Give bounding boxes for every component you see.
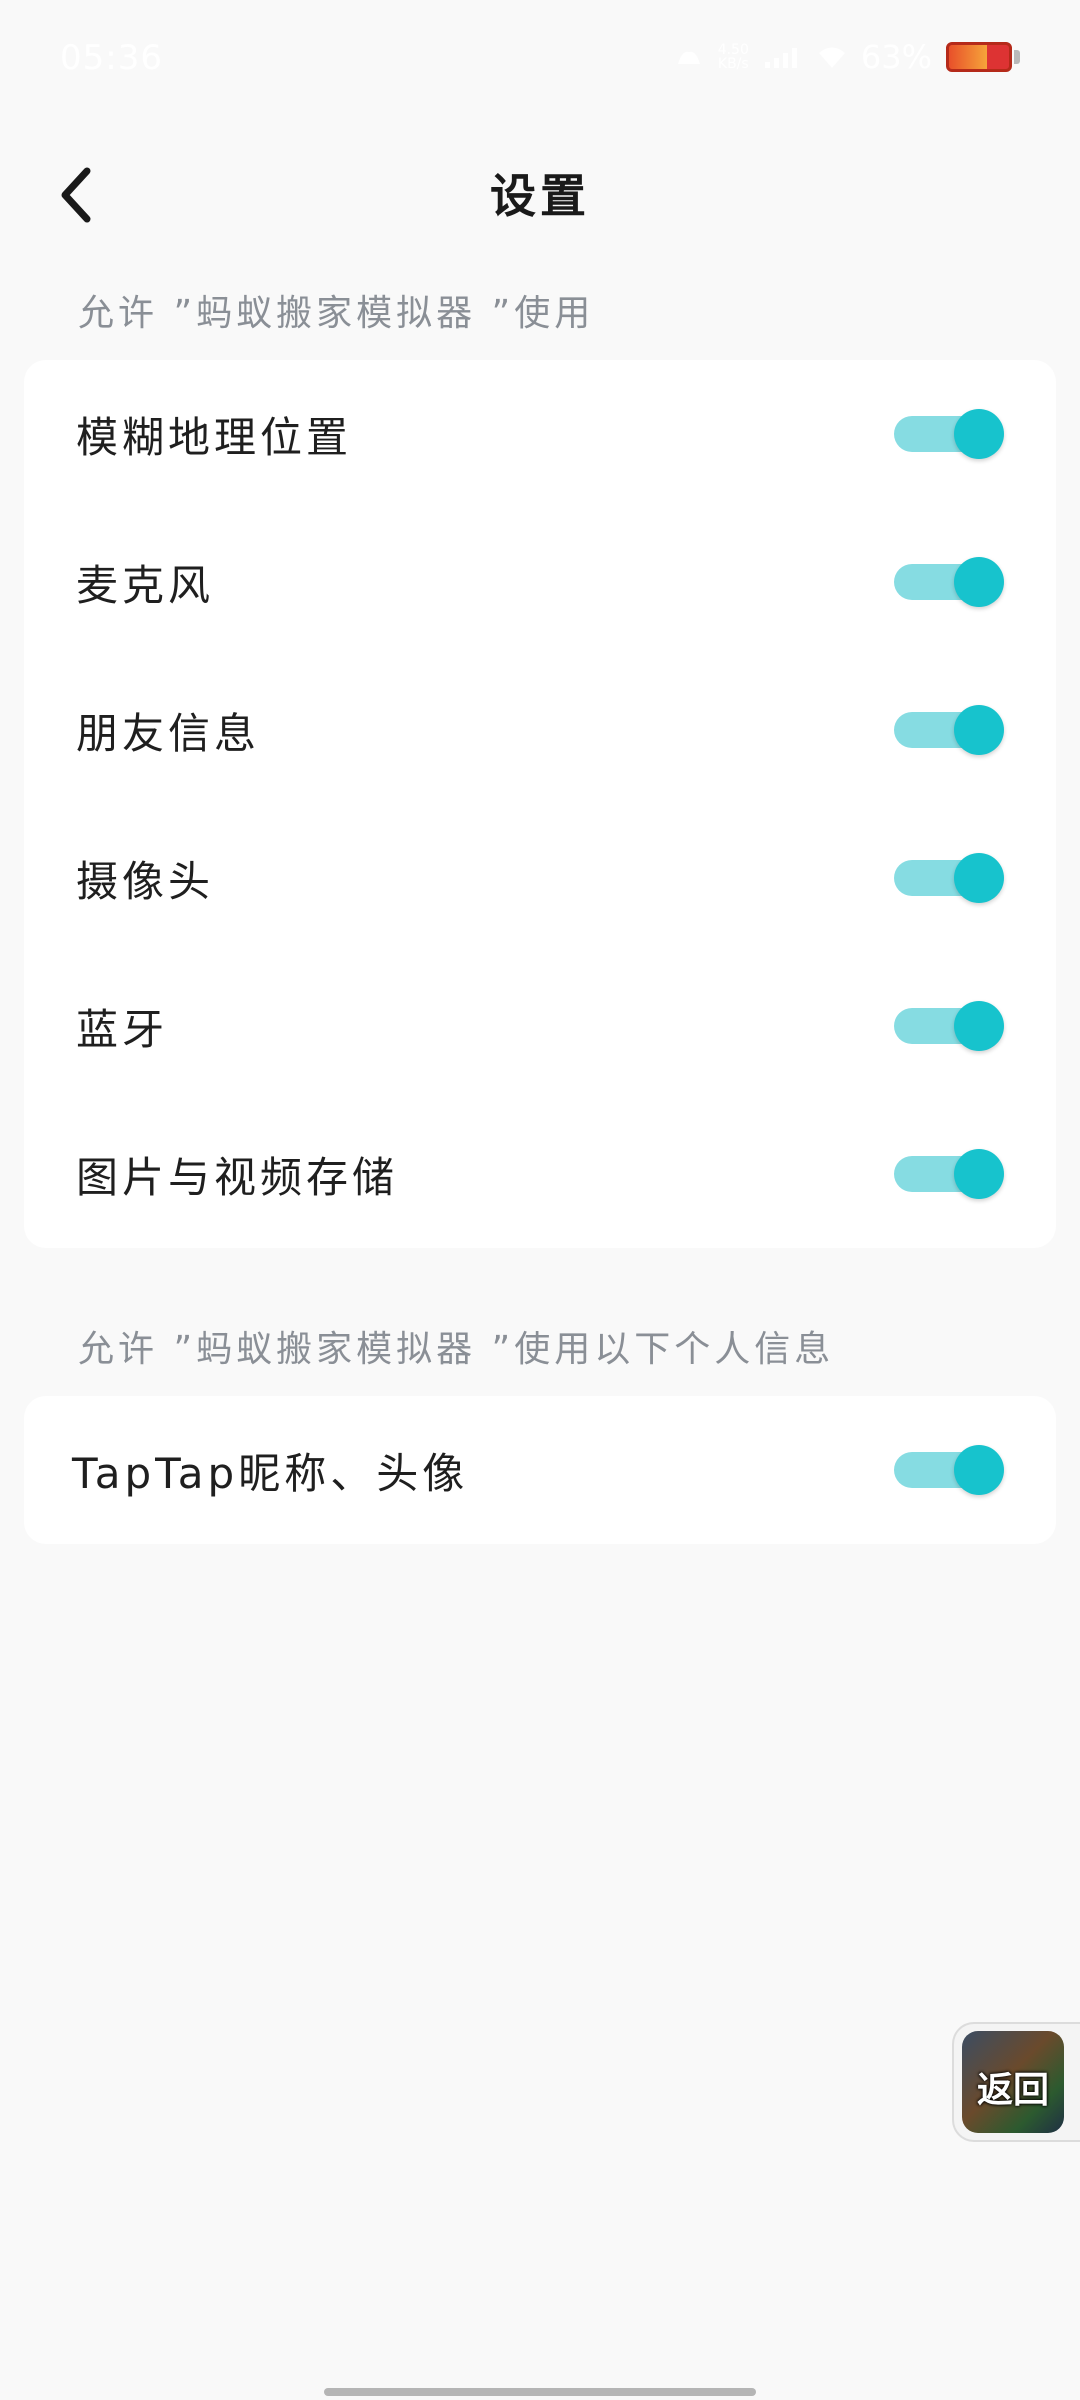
- home-indicator[interactable]: [324, 2388, 756, 2396]
- permission-row-camera: 摄像头: [24, 804, 1056, 952]
- header: 设置: [0, 140, 1080, 250]
- permission-row-microphone: 麦克风: [24, 508, 1056, 656]
- toggle-thumb: [954, 1001, 1004, 1051]
- permission-row-location: 模糊地理位置: [24, 360, 1056, 508]
- battery-icon: [946, 42, 1012, 72]
- net-speed-value: 4.50: [717, 42, 749, 58]
- taptap-profile-toggle[interactable]: [894, 1442, 1004, 1498]
- permission-label: 蓝牙: [76, 1004, 169, 1054]
- bluetooth-toggle[interactable]: [894, 998, 1004, 1054]
- permission-row-friends: 朋友信息: [24, 656, 1056, 804]
- toggle-thumb: [954, 557, 1004, 607]
- battery-fill: [949, 45, 987, 69]
- toggle-thumb: [954, 1149, 1004, 1199]
- permissions-card: 模糊地理位置 麦克风 朋友信息 摄像头 蓝牙 图片与视频存储: [24, 360, 1056, 1248]
- camera-toggle[interactable]: [894, 850, 1004, 906]
- permission-row-bluetooth: 蓝牙: [24, 952, 1056, 1100]
- status-time: 05:36: [60, 38, 163, 78]
- battery-percent: 63%: [860, 38, 932, 76]
- status-icons: 4.50 KB/s 63%: [674, 38, 1020, 76]
- friends-toggle[interactable]: [894, 702, 1004, 758]
- alarm-icon: [677, 51, 700, 64]
- personal-card: TapTap昵称、头像: [24, 1396, 1056, 1544]
- personal-section-label: 允许 ”蚂蚁搬家模拟器 ”使用以下个人信息: [78, 1329, 835, 1370]
- personal-row-taptap: TapTap昵称、头像: [24, 1396, 1056, 1544]
- status-bar: 05:36 4.50 KB/s 63%: [0, 0, 1080, 120]
- wifi-icon: [818, 47, 845, 68]
- toggle-thumb: [954, 705, 1004, 755]
- game-thumbnail: 返回: [962, 2031, 1064, 2133]
- net-speed: 4.50 KB/s: [718, 43, 749, 71]
- return-label: 返回: [976, 2070, 1049, 2111]
- permission-label: 朋友信息: [76, 708, 261, 758]
- toggle-thumb: [954, 409, 1004, 459]
- page-title: 设置: [490, 169, 590, 223]
- settings-screen: 05:36 4.50 KB/s 63% 设置 允许 ”蚂蚁搬家模拟器 ”使用 模…: [0, 0, 1080, 2400]
- permission-label: 摄像头: [76, 856, 215, 906]
- permissions-section-label: 允许 ”蚂蚁搬家模拟器 ”使用: [78, 293, 595, 334]
- permission-label: 图片与视频存储: [76, 1152, 399, 1202]
- microphone-toggle[interactable]: [894, 554, 1004, 610]
- permission-label: 麦克风: [76, 560, 215, 610]
- toggle-thumb: [954, 1445, 1004, 1495]
- location-toggle[interactable]: [894, 406, 1004, 462]
- floating-return-button[interactable]: 返回: [952, 2022, 1080, 2142]
- permission-row-storage: 图片与视频存储: [24, 1100, 1056, 1248]
- permission-label: 模糊地理位置: [76, 412, 353, 462]
- signal-icon: [764, 48, 797, 68]
- toggle-thumb: [954, 853, 1004, 903]
- personal-label: TapTap昵称、头像: [72, 1448, 469, 1498]
- storage-toggle[interactable]: [894, 1146, 1004, 1202]
- net-speed-unit: KB/s: [717, 56, 749, 72]
- battery-cap: [1014, 50, 1020, 64]
